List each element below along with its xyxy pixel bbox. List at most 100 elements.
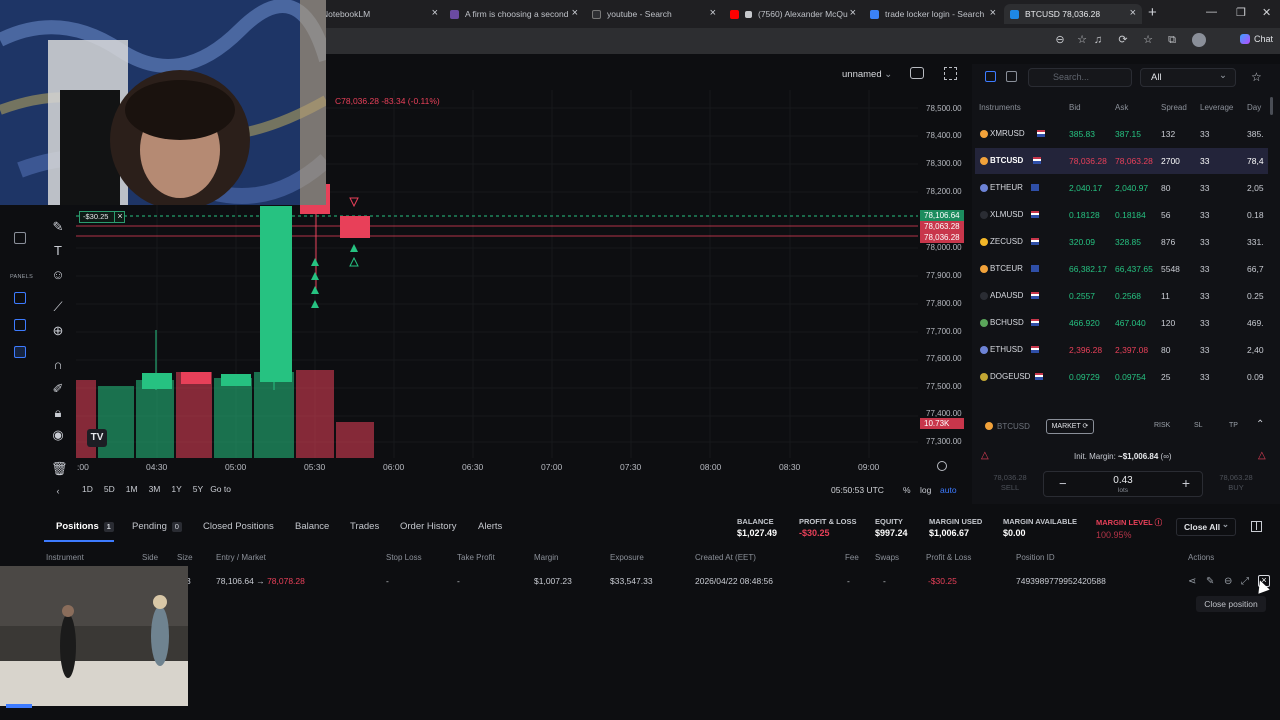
instrument-row-xlmusd[interactable]: XLMUSD 0.18128 0.18184 56 33 0.18	[975, 202, 1268, 228]
browser-tab-btcusd[interactable]: BTCUSD 78,036.28 ×	[1004, 4, 1142, 24]
tab-close-icon[interactable]: ×	[1130, 7, 1136, 19]
tab-close-icon[interactable]: ×	[710, 7, 716, 19]
order-type-select[interactable]: MARKET ⟳	[1046, 419, 1094, 434]
rail-chart-icon[interactable]	[14, 232, 26, 244]
edit-icon[interactable]: ✎	[1206, 576, 1214, 587]
instrument-scrollbar[interactable]	[1270, 97, 1273, 115]
tab-pending[interactable]: Pending 0	[132, 521, 182, 532]
minimize-icon[interactable]: —	[1206, 6, 1217, 18]
profile-avatar[interactable]	[1192, 33, 1206, 47]
fullscreen-icon[interactable]	[944, 67, 957, 80]
reading-mode-icon[interactable]: ⊖	[1054, 34, 1066, 46]
instrument-row-etheur[interactable]: ETHEUR 2,040.17 2,040.97 80 33 2,05	[975, 175, 1268, 201]
percent-scale-toggle[interactable]: %	[903, 485, 911, 495]
notification-bell-icon[interactable]: ♫	[1092, 34, 1104, 46]
instrument-row-dogeusd[interactable]: DOGEUSD 0.09729 0.09754 25 33 0.09	[975, 364, 1268, 390]
col-bid[interactable]: Bid	[1069, 103, 1081, 112]
instrument-row-bchusd[interactable]: BCHUSD 466.920 467.040 120 33 469.	[975, 310, 1268, 336]
favorites-star-icon[interactable]: ☆	[1251, 70, 1262, 84]
tab-closed-positions[interactable]: Closed Positions	[203, 521, 274, 532]
copilot-chat-button[interactable]: Chat	[1240, 34, 1273, 44]
share-icon[interactable]: ⋖	[1188, 576, 1196, 587]
tab-close-icon[interactable]: ×	[572, 7, 578, 19]
collections-icon[interactable]: ⧉	[1166, 34, 1178, 46]
cell-stop-loss[interactable]: -	[386, 576, 389, 586]
tab-balance[interactable]: Balance	[295, 521, 329, 532]
rail-panel-1-icon[interactable]	[14, 292, 26, 304]
tab-close-icon[interactable]: ×	[990, 7, 996, 19]
range-1m-button[interactable]: 1M	[126, 484, 138, 496]
utc-clock[interactable]: 05:50:53 UTC	[831, 485, 884, 495]
instrument-filter-select[interactable]: All	[1140, 67, 1236, 87]
emoji-icon[interactable]: ☺	[51, 268, 65, 282]
maximize-icon[interactable]: ❐	[1236, 6, 1246, 19]
range-1d-button[interactable]: 1D	[82, 484, 93, 496]
expand-icon[interactable]: ⤢	[1241, 576, 1249, 587]
zoom-in-icon[interactable]: ⊕	[51, 324, 65, 338]
ruler-icon[interactable]: ⟋	[51, 300, 65, 314]
tab-trades[interactable]: Trades	[350, 521, 379, 532]
favorites-icon[interactable]: ☆	[1142, 34, 1154, 46]
browser-tab-youtube-video[interactable]: (7560) Alexander McQu ×	[724, 4, 862, 24]
position-pl-tag[interactable]: -$30.25 ×	[79, 211, 125, 223]
video-progress-bar[interactable]	[6, 704, 32, 708]
cell-take-profit[interactable]: -	[457, 576, 460, 586]
chart-settings-icon[interactable]	[937, 461, 947, 471]
auto-scale-toggle[interactable]: auto	[940, 485, 957, 495]
sl-toggle[interactable]: SL	[1194, 422, 1203, 429]
browser-tab-youtube-search[interactable]: youtube - Search ×	[586, 4, 722, 24]
instrument-row-btcusd[interactable]: BTCUSD 78,036.28 78,063.28 2700 33 78,4	[975, 148, 1268, 174]
range-5d-button[interactable]: 5D	[104, 484, 115, 496]
text-icon[interactable]: T	[51, 244, 65, 258]
sell-button[interactable]: 78,036.28 SELL	[980, 470, 1040, 496]
watchlist-icon[interactable]	[985, 71, 996, 82]
browser-tab-firm[interactable]: A firm is choosing a second ×	[444, 4, 584, 24]
collapse-order-icon[interactable]: ⌃	[1256, 419, 1264, 430]
lot-size-value[interactable]: 0.43	[1044, 475, 1202, 486]
trash-icon[interactable]: 🗑︎	[51, 462, 68, 476]
collapse-arrow-icon[interactable]: ‹	[51, 484, 65, 498]
tab-positions[interactable]: Positions 1	[56, 521, 114, 532]
eye-icon[interactable]: ◉	[51, 428, 65, 442]
extension-icon[interactable]: ⟳	[1117, 34, 1129, 46]
browser-tab-notebooklm[interactable]: NotebookLM ×	[316, 4, 444, 24]
instrument-search-input[interactable]: Search...	[1028, 68, 1132, 87]
rail-panel-2-icon[interactable]	[14, 319, 26, 331]
col-instruments[interactable]: Instruments	[979, 103, 1021, 112]
magnet-icon[interactable]: ∩	[51, 358, 65, 372]
instrument-row-xmrusd[interactable]: XMRUSD 385.83 387.15 132 33 385.	[975, 121, 1268, 147]
brush-icon[interactable]: ✎	[51, 220, 65, 234]
col-ask[interactable]: Ask	[1115, 103, 1128, 112]
risk-toggle[interactable]: RISK	[1154, 422, 1170, 429]
camera-icon[interactable]	[910, 67, 924, 79]
chart-layout-name[interactable]: unnamed	[842, 69, 892, 80]
tab-order-history[interactable]: Order History	[400, 521, 456, 532]
lot-size-stepper[interactable]: − 0.43 lots +	[1043, 471, 1203, 497]
close-all-button[interactable]: Close All	[1176, 516, 1236, 536]
browser-tab-trade-locker[interactable]: trade locker login - Search ×	[864, 4, 1002, 24]
instrument-row-ethusd[interactable]: ETHUSD 2,396.28 2,397.08 80 33 2,40	[975, 337, 1268, 363]
close-window-icon[interactable]: ✕	[1262, 6, 1271, 19]
col-day[interactable]: Day	[1247, 103, 1261, 112]
tab-close-icon[interactable]: ×	[432, 7, 438, 19]
range-1y-button[interactable]: 1Y	[171, 484, 181, 496]
tab-close-icon[interactable]: ×	[850, 7, 856, 19]
lock-icon[interactable]: 🔒︎	[51, 406, 65, 420]
market-list-icon[interactable]	[1006, 71, 1017, 82]
tab-alerts[interactable]: Alerts	[478, 521, 502, 532]
instrument-row-zecusd[interactable]: ZECUSD 320.09 328.85 876 33 331.	[975, 229, 1268, 255]
instrument-row-adausd[interactable]: ADAUSD 0.2557 0.2568 11 33 0.25	[975, 283, 1268, 309]
range-3m-button[interactable]: 3M	[149, 484, 161, 496]
log-scale-toggle[interactable]: log	[920, 485, 931, 495]
layout-grid-icon[interactable]	[1251, 521, 1262, 532]
rail-panel-3-icon[interactable]	[14, 346, 26, 358]
range-5y-button[interactable]: 5Y	[193, 484, 203, 496]
favorite-star-icon[interactable]: ☆	[1076, 34, 1088, 46]
goto-button[interactable]: Go to	[210, 484, 231, 496]
partial-close-icon[interactable]: ⊖	[1224, 576, 1232, 587]
col-leverage[interactable]: Leverage	[1200, 103, 1233, 112]
tp-toggle[interactable]: TP	[1229, 422, 1238, 429]
pencil-lock-icon[interactable]: ✐	[51, 382, 65, 396]
increase-lot-button[interactable]: +	[1182, 475, 1190, 491]
col-spread[interactable]: Spread	[1161, 103, 1187, 112]
